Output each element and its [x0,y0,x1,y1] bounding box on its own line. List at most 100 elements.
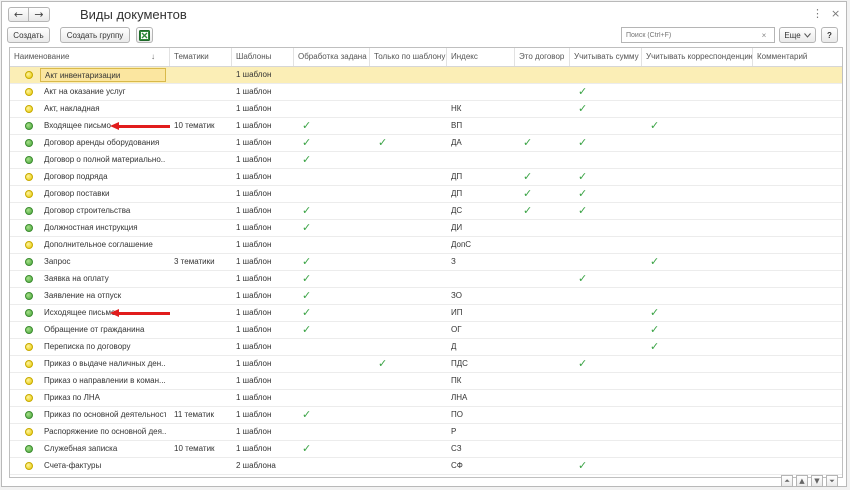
correspondence-check-icon: ✓ [650,323,660,336]
row-comment [753,339,842,355]
table-row[interactable]: Приказ о направлении в коман... 1 шаблон П… [10,373,842,390]
row-comment [753,84,842,100]
header-col-templates[interactable]: Шаблоны [232,48,294,66]
more-button[interactable]: Еще [779,27,816,43]
close-icon[interactable]: × [831,7,840,20]
row-name: Приказ по основной деятельности [44,410,166,419]
status-green-icon [25,292,33,300]
header-label: Учитывать сумму [574,52,639,61]
row-name: Служебная записка [44,444,118,453]
sort-arrow-icon: ↓ [151,52,155,61]
header-col-name[interactable]: Наименование ↓ [10,48,170,66]
scroll-down-button[interactable]: ▼ [811,475,823,487]
table-row[interactable]: Счета-фактуры 2 шаблона СФ ✓ [10,458,842,475]
header-col-template-only[interactable]: Только по шаблону [370,48,447,66]
table-header: Наименование ↓ Тематики Шаблоны Обработка за… [10,48,842,67]
sum-check-icon: ✓ [578,187,588,200]
table-row[interactable]: Договор подряда 1 шаблон ДП ✓ ✓ [10,169,842,186]
help-button[interactable]: ? [821,27,838,43]
row-name: Приказ о направлении в коман... [44,376,166,385]
row-index: ОГ [451,325,462,334]
row-templates: 1 шаблон [236,189,272,198]
back-button[interactable]: ← [8,7,29,22]
table-row[interactable]: Договор строительства 1 шаблон ДС ✓ ✓ ✓ [10,203,842,220]
row-comment [753,67,842,83]
template-only-check-icon: ✓ [378,136,388,149]
scroll-up-icon: ▲ [799,477,805,485]
table-row[interactable]: Договор аренды оборудования 1 шаблон ДА ✓ ✓ ✓… [10,135,842,152]
table-row[interactable]: Служебная записка 10 тематик 1 шаблон СЗ ✓ [10,441,842,458]
scroll-up-button[interactable]: ▲ [796,475,808,487]
row-topics [170,458,232,474]
row-index: НК [451,104,462,113]
header-col-contract[interactable]: Это договор [515,48,570,66]
table-row[interactable]: Приказ по основной деятельности 11 темати… [10,407,842,424]
table-row[interactable]: Приказ по ЛНА 1 шаблон ЛНА [10,390,842,407]
search-input[interactable] [622,29,758,41]
row-index [447,84,515,100]
row-topics: 10 тематик [174,121,215,130]
table-row[interactable]: Запрос 3 тематики 1 шаблон З ✓ ✓ [10,254,842,271]
search-field[interactable]: × [621,27,775,43]
scroll-first-button[interactable]: ⏶ [781,475,793,487]
row-templates: 1 шаблон [236,308,272,317]
header-col-processing[interactable]: Обработка задана [294,48,370,66]
table-row[interactable]: Заявка на оплату 1 шаблон ✓ ✓ [10,271,842,288]
processing-check-icon: ✓ [302,442,312,455]
table-row[interactable]: Акт инвентаризации 1 шаблон [10,67,842,84]
row-comment [753,390,842,406]
table-row[interactable]: Заявление на отпуск 1 шаблон ЗО ✓ [10,288,842,305]
table-row[interactable]: Акт на оказание услуг 1 шаблон ✓ [10,84,842,101]
row-index: ДИ [451,223,463,232]
row-templates: 1 шаблон [236,223,272,232]
status-green-icon [25,122,33,130]
status-green-icon [25,156,33,164]
table-row[interactable]: Договор поставки 1 шаблон ДП ✓ ✓ [10,186,842,203]
red-arrow-annotation [118,125,170,128]
status-green-icon [25,258,33,266]
row-topics [170,220,232,236]
processing-check-icon: ✓ [302,289,312,302]
row-comment [753,254,842,270]
documents-window: ← → Виды документов ⋮ × Создать Создать … [1,1,847,487]
table-row[interactable]: Договор о полной материально... 1 шаблон ✓ [10,152,842,169]
table-row[interactable]: Приказ о выдаче наличных ден... 1 шаблон П… [10,356,842,373]
chevron-down-icon [803,32,811,38]
row-name: Дополнительное соглашение [44,240,153,249]
row-comment [753,305,842,321]
table-row[interactable]: Обращение от гражданина 1 шаблон ОГ ✓ ✓ [10,322,842,339]
excel-export-button[interactable] [136,27,153,43]
forward-button[interactable]: → [29,7,50,22]
table-row[interactable]: Распоряжение по основной дея... 1 шаблон Р [10,424,842,441]
more-vertical-icon[interactable]: ⋮ [812,7,823,20]
row-templates: 1 шаблон [236,70,272,79]
row-name: Заявление на отпуск [44,291,122,300]
processing-check-icon: ✓ [302,323,312,336]
create-button-label: Создать [13,30,44,40]
header-col-topics[interactable]: Тематики [170,48,232,66]
scroll-last-button[interactable]: ⏷ [826,475,838,487]
row-name: Запрос [44,257,71,266]
search-clear-icon[interactable]: × [758,31,770,40]
row-templates: 1 шаблон [236,138,272,147]
red-arrow-annotation [118,312,170,315]
row-topics [170,322,232,338]
table-row[interactable]: Должностная инструкция 1 шаблон ДИ ✓ [10,220,842,237]
header-col-index[interactable]: Индекс [447,48,515,66]
row-index: ДС [451,206,463,215]
row-topics: 11 тематик [174,410,214,419]
header-col-sum[interactable]: Учитывать сумму [570,48,642,66]
row-index: ПДС [451,359,468,368]
create-button[interactable]: Создать [7,27,50,43]
table-row[interactable]: Акт, накладная 1 шаблон НК ✓ [10,101,842,118]
header-label: Комментарий [757,52,808,61]
processing-check-icon: ✓ [302,255,312,268]
header-col-comment[interactable]: Комментарий [753,48,842,66]
create-group-button[interactable]: Создать группу [60,27,130,43]
header-col-correspondence[interactable]: Учитывать корреспонденцию [642,48,753,66]
row-name: Приказ о выдаче наличных ден... [44,359,166,368]
table-row[interactable]: Дополнительное соглашение 1 шаблон ДопС [10,237,842,254]
row-comment [753,237,842,253]
status-yellow-icon [25,105,33,113]
table-row[interactable]: Переписка по договору 1 шаблон Д ✓ [10,339,842,356]
